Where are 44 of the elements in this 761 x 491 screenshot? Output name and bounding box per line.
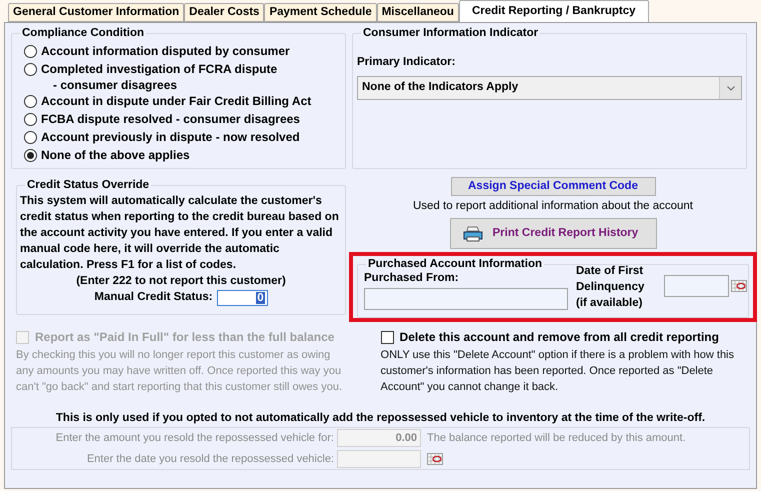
credit-status-note: (Enter 222 to not report this customer): [75, 274, 287, 289]
radio-button[interactable]: [24, 95, 37, 108]
checkbox[interactable]: [380, 330, 394, 344]
indicator-dropdown[interactable]: None of the Indicators Apply: [357, 76, 742, 100]
radio-button[interactable]: [24, 63, 37, 76]
tab[interactable]: Dealer Costs: [184, 3, 264, 22]
field-label: Manual Credit Status:: [94, 290, 213, 305]
checkbox-label: Delete this account and remove from all credit reporting: [400, 329, 719, 346]
tab[interactable]: General Customer Information: [8, 3, 184, 22]
radio-label: None of the above applies: [41, 147, 190, 163]
assign-hint: Used to report additional information about the account: [412, 199, 693, 214]
print-history-button[interactable]: Print Credit Report History: [450, 218, 656, 249]
delinquency-date-field[interactable]: [664, 275, 729, 297]
repo-notice: This is only used if you opted to not automatically add the repossessed vehicle to inventory at the time of the write-off.: [54, 411, 706, 425]
calendar-icon[interactable]: [731, 280, 747, 292]
assign-comment-button[interactable]: Assign Special Comment Code: [450, 177, 656, 196]
field-label: Enter the amount you resold the repossessed vehicle for:: [54, 430, 335, 446]
field-hint: The balance reported will be reduced by this amount.: [426, 430, 686, 446]
checkbox-label: Report as "Paid In Full" for less than the full balance: [35, 329, 334, 346]
field-label: Date of First Delinquency (if available): [576, 264, 646, 311]
checkbox-description: By checking this you will no longer report this customer as owing any amounts you may have written off. Once reported this way you can't "go back" and start reporting that this customer still owes you.: [16, 348, 344, 395]
radio-label: Account in dispute under Fair Credit Billing Act: [41, 93, 312, 109]
tab[interactable]: Credit Reporting / Bankruptcy: [458, 0, 649, 22]
credit-status-description: This system will automatically calculate the customer's credit status when reporting to the credit bureau based on the account activity you have entered. If you enter a valid manual code here, it will override the automatic calculation. Press F1 for a list of codes.: [20, 194, 340, 273]
radio-label: - consumer disagrees: [52, 77, 178, 93]
radio-label: FCBA dispute resolved - consumer disagrees: [41, 111, 300, 127]
checkbox-description: ONLY use this "Delete Account" option if there is a problem with how this customer's information has been reported. Once reported as "Delete Account" you cannot change it back.: [380, 348, 736, 395]
group-title: Compliance Condition: [20, 25, 146, 41]
field-label: Primary Indicator:: [357, 55, 456, 70]
radio-label: Completed investigation of FCRA dispute: [41, 61, 278, 77]
purchased-from-field[interactable]: [364, 288, 568, 310]
field-label: Purchased From:: [364, 271, 460, 285]
chevron-down-icon: [726, 86, 734, 90]
tab[interactable]: Payment Schedule: [264, 3, 377, 22]
field-label: Enter the date you resold the repossessed vehicle:: [86, 452, 335, 467]
radio-label: Account previously in dispute - now resolved: [41, 129, 300, 145]
manual-status-field[interactable]: 0: [216, 290, 268, 306]
radio-label: Account information disputed by consumer: [41, 43, 290, 59]
printer-icon: [462, 226, 482, 242]
radio-button[interactable]: [24, 113, 37, 126]
radio-button[interactable]: [24, 131, 37, 144]
tab[interactable]: Miscellaneou: [376, 3, 459, 22]
radio-button[interactable]: [24, 45, 37, 58]
radio-button[interactable]: [24, 149, 37, 162]
